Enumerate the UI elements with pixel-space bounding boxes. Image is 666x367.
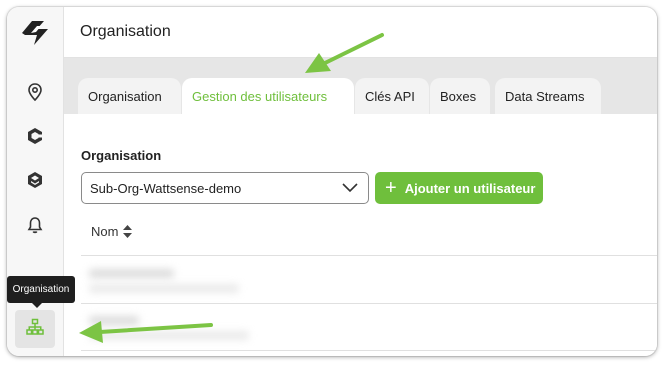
annotation-arrow-sidebar — [79, 321, 213, 343]
table-divider — [81, 255, 657, 256]
device-icon — [25, 126, 45, 151]
hub-icon — [25, 170, 45, 195]
logo-icon[interactable] — [17, 15, 53, 51]
plus-icon: + — [385, 177, 397, 199]
table-row — [89, 269, 174, 278]
table-row — [89, 284, 239, 293]
sidebar-item-locations[interactable] — [15, 75, 55, 113]
organisation-select-value: Sub-Org-Wattsense-demo — [90, 180, 242, 196]
org-chart-icon — [25, 317, 45, 342]
tab-boxes[interactable]: Boxes — [430, 78, 490, 115]
sidebar-item-alerts[interactable] — [15, 208, 55, 246]
sidebar-tooltip: Organisation — [7, 276, 75, 308]
tab-data-streams[interactable]: Data Streams — [495, 78, 601, 115]
sidebar-item-hubs[interactable] — [15, 163, 55, 201]
sidebar-item-devices[interactable] — [15, 119, 55, 157]
column-header-name[interactable]: Nom — [91, 224, 133, 239]
app-window: Organisation Organisation Gestion des ut… — [7, 7, 657, 356]
tab-organisation[interactable]: Organisation — [78, 78, 181, 115]
page-title: Organisation — [80, 23, 171, 40]
organisation-label: Organisation — [81, 148, 162, 163]
bell-icon — [25, 215, 45, 240]
table-divider — [81, 350, 657, 351]
column-header-label: Nom — [91, 224, 119, 239]
tab-api-keys[interactable]: Clés API — [355, 78, 429, 115]
add-user-button[interactable]: + Ajouter un utilisateur — [375, 172, 543, 204]
sort-icon — [123, 225, 133, 238]
table-divider — [81, 303, 657, 304]
sidebar-item-organisation[interactable] — [15, 310, 55, 348]
tab-user-management[interactable]: Gestion des utilisateurs — [182, 78, 354, 115]
location-pin-icon — [25, 82, 45, 107]
chevron-down-icon — [342, 181, 358, 198]
organisation-select[interactable]: Sub-Org-Wattsense-demo — [81, 172, 369, 204]
annotation-arrow-tab — [305, 33, 384, 73]
add-user-label: Ajouter un utilisateur — [404, 180, 536, 196]
